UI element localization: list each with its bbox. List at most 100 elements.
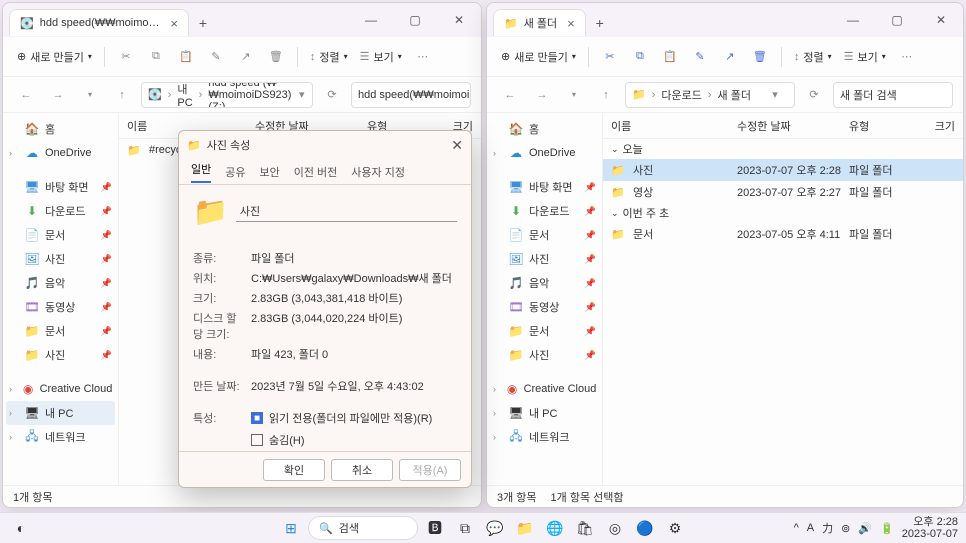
app-icon[interactable]: ◎ (602, 515, 628, 541)
side-network[interactable]: ›🖧네트워크 (487, 425, 602, 449)
ime-mode-icon[interactable]: 力 (822, 520, 833, 536)
volume-icon[interactable]: 🔊 (858, 522, 872, 535)
new-button[interactable]: ⊕새로 만들기▾ (13, 43, 96, 71)
file-row[interactable]: 📁 문서 2023-07-05 오후 4:11 파일 폴더 (603, 223, 963, 245)
apply-button[interactable]: 적용(A) (399, 459, 461, 481)
store-icon[interactable]: 🛍 (572, 515, 598, 541)
tab[interactable]: 📁 새 폴더 × (493, 9, 586, 36)
addr-drop-icon[interactable]: ▾ (297, 83, 306, 107)
tray-chevron-icon[interactable]: ^ (794, 522, 799, 534)
wifi-icon[interactable]: ⊚ (841, 522, 850, 535)
hidden-checkbox[interactable]: 숨김(H) (251, 432, 457, 448)
back-button[interactable]: ← (497, 82, 523, 108)
tab-custom[interactable]: 사용자 지정 (351, 164, 405, 180)
battery-icon[interactable]: 🔋 (880, 522, 894, 535)
tab-general[interactable]: 일반 (191, 161, 211, 183)
fwd-button[interactable]: → (529, 82, 555, 108)
file-row[interactable]: 📁 영상 2023-07-07 오후 2:27 파일 폴더 (603, 181, 963, 203)
side-music[interactable]: 🎵음악📌 (487, 271, 602, 295)
side-downloads[interactable]: ⬇다운로드📌 (3, 199, 118, 223)
edge-icon[interactable]: 🌐 (542, 515, 568, 541)
tab[interactable]: 💽 hdd speed(₩₩moimoiDS923) × (9, 9, 189, 36)
paste-icon[interactable]: 📋 (173, 43, 199, 71)
ime-icon[interactable]: A (807, 522, 814, 534)
maximize-button[interactable]: ▢ (875, 3, 919, 36)
side-videos[interactable]: 🎞동영상📌 (3, 295, 118, 319)
group-today[interactable]: ⌄오늘 (603, 139, 963, 159)
taskview-icon[interactable]: ⧉ (452, 515, 478, 541)
share-icon[interactable]: ↗ (233, 43, 259, 71)
group-thisweek[interactable]: ⌄이번 주 초 (603, 203, 963, 223)
up-button[interactable]: ↑ (593, 82, 619, 108)
explorer-icon[interactable]: 📁 (512, 515, 538, 541)
side-docs2[interactable]: 📁문서📌 (487, 319, 602, 343)
side-docs2[interactable]: 📁문서📌 (3, 319, 118, 343)
delete-icon[interactable]: 🗑 (747, 43, 773, 71)
search-input[interactable]: hdd speed(₩₩moimoiDS9... (351, 82, 471, 108)
side-desktop[interactable]: 🖥바탕 화면📌 (487, 175, 602, 199)
cancel-button[interactable]: 취소 (331, 459, 393, 481)
readonly-checkbox[interactable]: ■읽기 전용(폴더의 파일에만 적용)(R) (251, 410, 457, 426)
side-pics2[interactable]: 📁사진📌 (3, 343, 118, 367)
share-icon[interactable]: ↗ (717, 43, 743, 71)
chat-icon[interactable]: 💬 (482, 515, 508, 541)
side-thispc[interactable]: ›🖥내 PC (487, 401, 602, 425)
delete-icon[interactable]: 🗑 (263, 43, 289, 71)
tab-security[interactable]: 보안 (260, 164, 280, 180)
new-tab-button[interactable]: + (586, 9, 614, 36)
side-thispc[interactable]: ›🖥내 PC (6, 401, 115, 425)
rename-icon[interactable]: ✎ (203, 43, 229, 71)
column-headers[interactable]: 이름 수정한 날짜 유형 크기 (603, 113, 963, 139)
file-row[interactable]: 📁 사진 2023-07-07 오후 2:28 파일 폴더 (603, 159, 963, 181)
paste-icon[interactable]: 📋 (657, 43, 683, 71)
side-onedrive[interactable]: ›☁OneDrive (487, 141, 602, 165)
cut-icon[interactable]: ✂ (113, 43, 139, 71)
sort-button[interactable]: ↕ 정렬 ▾ (306, 43, 352, 71)
up-button[interactable]: ↑ (109, 82, 135, 108)
close-button[interactable]: ✕ (919, 3, 963, 36)
close-icon[interactable]: ✕ (451, 137, 463, 154)
more-icon[interactable]: ⋯ (894, 43, 920, 71)
copy-icon[interactable]: ⧉ (627, 43, 653, 71)
clock[interactable]: 오후 2:28 2023-07-07 (902, 516, 958, 540)
side-music[interactable]: 🎵음악📌 (3, 271, 118, 295)
copy-icon[interactable]: ⧉ (143, 43, 169, 71)
address-bar[interactable]: 💽 › 내 PC › hdd speed (₩₩moimoiDS923) (Z:… (141, 82, 313, 108)
side-ccf[interactable]: ›◉Creative Cloud File (487, 377, 602, 401)
recent-button[interactable]: ▾ (77, 82, 103, 108)
taskbar-search[interactable]: 🔍검색 (308, 516, 418, 540)
bing-icon[interactable]: 🅱 (422, 515, 448, 541)
new-button[interactable]: ⊕새로 만들기▾ (497, 43, 580, 71)
close-tab-icon[interactable]: × (170, 16, 178, 31)
maximize-button[interactable]: ▢ (393, 3, 437, 36)
cut-icon[interactable]: ✂ (597, 43, 623, 71)
side-videos[interactable]: 🎞동영상📌 (487, 295, 602, 319)
tab-prev[interactable]: 이전 버전 (294, 164, 338, 180)
view-button[interactable]: ☰ 보기 ▾ (356, 43, 406, 71)
side-ccf[interactable]: ›◉Creative Cloud File (3, 377, 118, 401)
refresh-button[interactable]: ⟳ (801, 82, 827, 108)
side-pictures[interactable]: 🖼사진📌 (487, 247, 602, 271)
view-button[interactable]: ☰ 보기 ▾ (840, 43, 890, 71)
minimize-button[interactable]: — (831, 3, 875, 36)
side-desktop[interactable]: 🖥바탕 화면📌 (3, 175, 118, 199)
side-home[interactable]: 🏠홈 (487, 117, 602, 141)
side-pics2[interactable]: 📁사진📌 (487, 343, 602, 367)
search-input[interactable]: 새 폴더 검색 (833, 82, 953, 108)
side-network[interactable]: ›🖧네트워크 (3, 425, 118, 449)
sort-button[interactable]: ↕ 정렬 ▾ (790, 43, 836, 71)
close-tab-icon[interactable]: × (567, 16, 575, 31)
ok-button[interactable]: 확인 (263, 459, 325, 481)
start-icon[interactable]: ⊞ (278, 515, 304, 541)
fwd-button[interactable]: → (45, 82, 71, 108)
minimize-button[interactable]: — (349, 3, 393, 36)
side-pictures[interactable]: 🖼사진📌 (3, 247, 118, 271)
close-button[interactable]: ✕ (437, 3, 481, 36)
name-input[interactable]: 사진 (236, 201, 457, 222)
widgets-icon[interactable]: ◐ (8, 515, 34, 541)
side-documents[interactable]: 📄문서📌 (487, 223, 602, 247)
recent-button[interactable]: ▾ (561, 82, 587, 108)
address-bar[interactable]: 📁 › 다운로드 › 새 폴더 ▾ (625, 82, 795, 108)
addr-drop-icon[interactable]: ▾ (762, 83, 788, 107)
app-icon[interactable]: 🔵 (632, 515, 658, 541)
